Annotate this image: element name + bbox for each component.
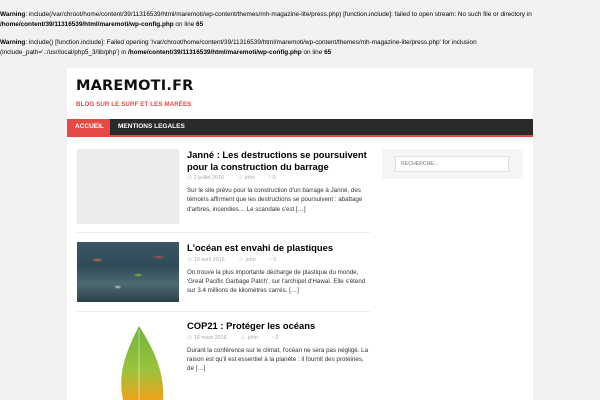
nav-item-home[interactable]: ACCUEIL bbox=[67, 119, 110, 135]
warning-online: on line bbox=[173, 20, 197, 28]
post-excerpt-text: Sur le site prévu pour la construction d… bbox=[187, 187, 363, 213]
user-icon: ☺ bbox=[237, 175, 244, 181]
page-container: MAREMOTI.FR BLOG SUR LE SURF ET LES MARÉ… bbox=[67, 68, 533, 400]
comment-icon: ▫ bbox=[271, 334, 274, 341]
post-thumbnail[interactable] bbox=[77, 320, 179, 400]
post-comments[interactable]: 0 bbox=[273, 175, 276, 181]
post-comments[interactable]: 0 bbox=[275, 335, 278, 341]
post-meta: ◷ 19 avril 2016 ☺ john ▫ 0 bbox=[187, 257, 372, 266]
site-title[interactable]: MAREMOTI.FR bbox=[76, 78, 194, 94]
php-warning-2: Warning: include() [function.include]: F… bbox=[0, 38, 560, 57]
read-more-link[interactable]: […] bbox=[289, 287, 299, 294]
post-meta: ◷ 2 juillet 2016 ☺ john ▫ 0 bbox=[187, 175, 372, 184]
warning-text: : include(/var/chroot/home/content/39/11… bbox=[25, 11, 532, 18]
post-thumbnail[interactable] bbox=[77, 149, 179, 224]
leaf-image bbox=[121, 326, 164, 400]
warning-label: Warning bbox=[0, 39, 26, 46]
search-input[interactable] bbox=[395, 156, 509, 172]
post-date[interactable]: 19 avril 2016 bbox=[194, 257, 225, 263]
clock-icon: ◷ bbox=[187, 334, 192, 341]
user-icon: ☺ bbox=[238, 256, 244, 263]
main-nav: ACCUEIL MENTIONS LEGALES bbox=[67, 119, 533, 137]
post-thumbnail[interactable] bbox=[77, 242, 179, 302]
post-excerpt: On trouve la plus importante décharge de… bbox=[187, 268, 372, 296]
read-more-link[interactable]: […] bbox=[196, 365, 206, 372]
post-divider bbox=[77, 311, 370, 312]
post-author[interactable]: john bbox=[246, 257, 256, 263]
post-title[interactable]: COP21 : Protéger les océans bbox=[187, 320, 372, 332]
post-excerpt-text: On trouve la plus importante décharge de… bbox=[187, 268, 366, 295]
post-divider bbox=[77, 232, 370, 233]
post-excerpt-text: Durant la conférence sur le climat, l'oc… bbox=[187, 346, 369, 373]
warning-online: on line bbox=[301, 48, 325, 56]
warning-path: /home/content/39/11316539/html/maremoti/… bbox=[128, 48, 302, 56]
site-tagline: BLOG SUR LE SURF ET LES MARÉES bbox=[76, 101, 192, 108]
post-author[interactable]: john bbox=[245, 175, 255, 181]
read-more-link[interactable]: […] bbox=[296, 206, 306, 213]
warning-label: Warning bbox=[0, 11, 26, 18]
post-date[interactable]: 16 mars 2016 bbox=[194, 335, 227, 341]
post-title[interactable]: Janné : Les destructions se poursuivent … bbox=[187, 149, 372, 172]
post-excerpt: Durant la conférence sur le climat, l'oc… bbox=[187, 346, 372, 374]
post-meta: ◷ 16 mars 2016 ☺ john ▫ 0 bbox=[187, 335, 372, 344]
post-author[interactable]: john bbox=[248, 335, 258, 341]
comment-icon: ▫ bbox=[268, 175, 271, 181]
clock-icon: ◷ bbox=[187, 256, 192, 263]
sidebar-search-widget bbox=[382, 149, 523, 179]
php-warning-1: Warning: include(/var/chroot/home/conten… bbox=[0, 10, 560, 29]
clock-icon: ◷ bbox=[187, 175, 192, 181]
comment-icon: ▫ bbox=[269, 256, 272, 263]
warning-line: 65 bbox=[196, 20, 204, 28]
post-date[interactable]: 2 juillet 2016 bbox=[194, 175, 224, 181]
post-excerpt: Sur le site prévu pour la construction d… bbox=[187, 186, 372, 214]
nav-item-legal[interactable]: MENTIONS LEGALES bbox=[110, 119, 193, 135]
warning-path: /home/content/39/11316539/html/maremoti/… bbox=[0, 20, 174, 28]
warning-line: 65 bbox=[324, 48, 332, 56]
user-icon: ☺ bbox=[240, 334, 246, 341]
post-title[interactable]: L'océan est envahi de plastiques bbox=[187, 242, 372, 254]
post-comments[interactable]: 0 bbox=[273, 257, 276, 263]
